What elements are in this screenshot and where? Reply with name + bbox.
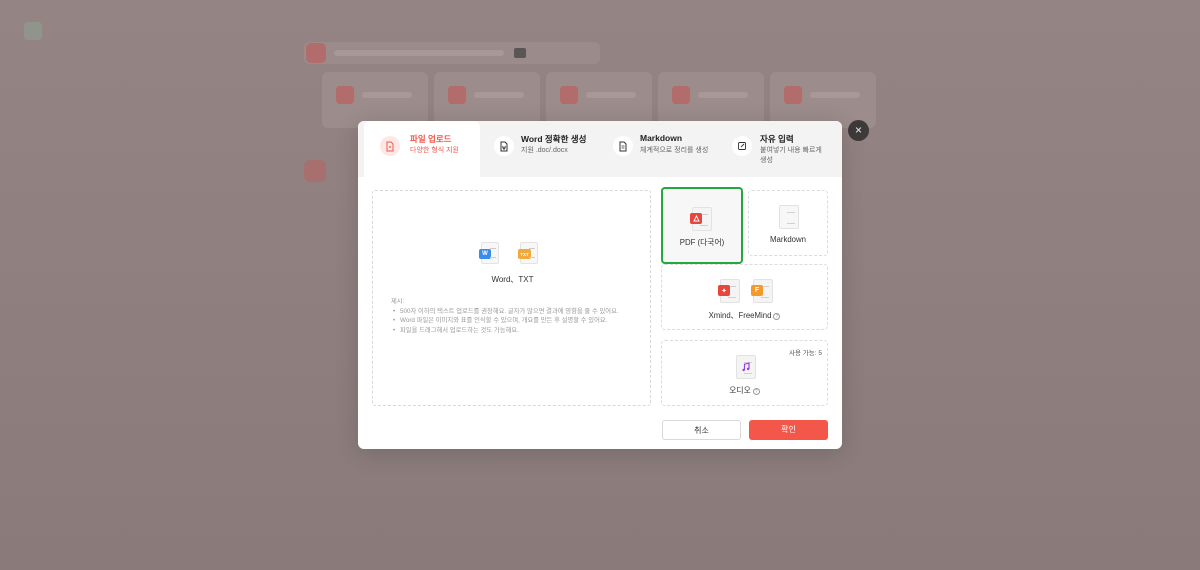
tab-title: Word 정확한 생성 — [521, 134, 587, 144]
tab-file-upload[interactable]: 파일 업로드 다양한 형식 지원 — [364, 121, 480, 177]
option-pdf[interactable]: PDF (다국어) — [661, 187, 743, 264]
background-card — [434, 72, 540, 128]
tab-title: 자유 입력 — [760, 134, 794, 144]
background-header — [304, 42, 600, 64]
option-audio[interactable]: 사용 가능: 5 오디오? — [661, 340, 828, 406]
tab-markdown[interactable]: Markdown 체계적으로 정리를 생성 — [598, 121, 716, 177]
dropzone-file-icons: W TXT — [478, 242, 548, 266]
option-label: Xmind、FreeMind? — [662, 310, 827, 321]
background-card — [658, 72, 764, 128]
hint-item: 500자 이하의 텍스트 업로드를 권장해요. 글자가 많으면 결과에 영향을 … — [393, 307, 639, 317]
edit-icon — [732, 136, 752, 156]
confirm-button[interactable]: 확인 — [749, 420, 828, 440]
usage-count: 사용 가능: 5 — [789, 350, 822, 357]
create-modal: 파일 업로드 다양한 형식 지원 Word 정확한 생성 지원 .doc/.do… — [358, 121, 842, 449]
tab-subtitle: 붙여넣기 내용 빠르게 생성 — [760, 147, 822, 164]
hint-title: 제시: — [391, 298, 405, 305]
cancel-button[interactable]: 취소 — [662, 420, 741, 440]
tab-title: 파일 업로드 — [410, 134, 452, 144]
option-label: Markdown — [770, 235, 806, 244]
tab-title: Markdown — [640, 133, 683, 143]
file-upload-icon — [380, 136, 400, 156]
markdown-doc-icon — [613, 136, 633, 156]
option-label: 오디오? — [662, 385, 827, 396]
xmind-icon: ✦ — [718, 279, 740, 303]
hint-item: Word 파일은 이미지와 표를 인식할 수 있으며, 개요를 만든 후 설명할… — [393, 316, 639, 326]
tab-word[interactable]: Word 정확한 생성 지원 .doc/.docx — [480, 121, 598, 177]
option-markdown[interactable]: Markdown — [748, 190, 828, 256]
file-dropzone[interactable]: W TXT Word、TXT 제시: 500자 이하의 텍스트 업로드를 권장해… — [372, 190, 651, 406]
tab-subtitle: 체계적으로 정리를 생성 — [640, 147, 709, 154]
txt-file-icon: TXT — [518, 242, 538, 264]
dropzone-label: Word、TXT — [491, 275, 534, 284]
upload-hint: 제시: 500자 이하의 텍스트 업로드를 권장해요. 글자가 많으면 결과에 … — [391, 297, 639, 335]
markdown-file-icon — [779, 205, 799, 229]
background-card — [322, 72, 428, 128]
option-label: PDF (다국어) — [679, 238, 725, 247]
freemind-icon: F — [751, 279, 773, 303]
tab-free-input[interactable]: 자유 입력 붙여넣기 내용 빠르게 생성 — [716, 121, 836, 177]
word-doc-icon — [494, 136, 514, 156]
word-file-icon: W — [479, 242, 499, 264]
background-row-icon — [304, 160, 326, 182]
option-xmind[interactable]: ✦ F Xmind、FreeMind? — [661, 264, 828, 330]
pdf-icon — [690, 207, 712, 231]
app-logo — [24, 22, 42, 40]
close-button[interactable]: × — [848, 120, 869, 141]
tab-bar: 파일 업로드 다양한 형식 지원 Word 정확한 생성 지원 .doc/.do… — [358, 121, 842, 177]
hint-item: 파일을 드래그해서 업로드하는 것도 가능해요. — [393, 326, 639, 336]
background-card — [546, 72, 652, 128]
help-icon[interactable]: ? — [773, 313, 781, 320]
help-icon[interactable]: ? — [752, 388, 760, 395]
audio-file-icon — [736, 355, 756, 379]
